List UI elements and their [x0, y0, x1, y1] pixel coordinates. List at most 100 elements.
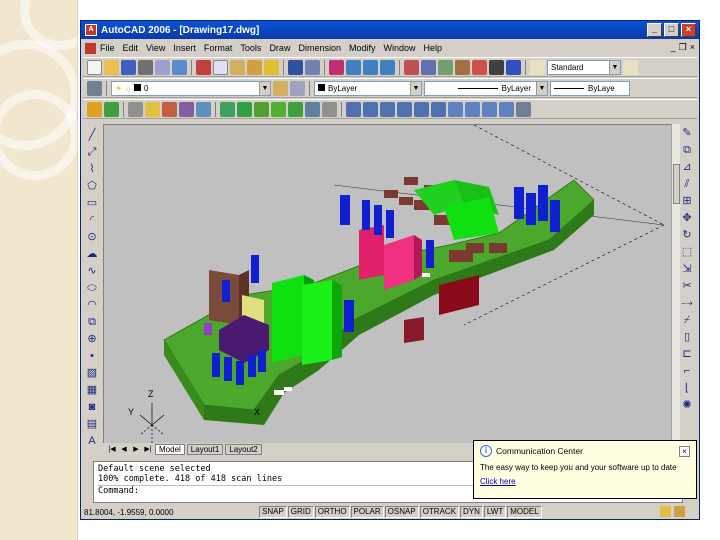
publish-icon[interactable]: [172, 59, 187, 75]
lineweight-select[interactable]: ByLaye: [550, 80, 630, 96]
osnap-toggle[interactable]: OSNAP: [384, 506, 419, 518]
lock-icon[interactable]: [674, 506, 685, 517]
landscape-library-icon[interactable]: [288, 101, 303, 117]
first-tab-icon[interactable]: |◀: [107, 445, 117, 453]
markup-icon[interactable]: [472, 59, 487, 75]
spline-icon[interactable]: ∿: [86, 264, 99, 279]
circle-icon[interactable]: ⊙: [86, 230, 99, 245]
ortho-toggle[interactable]: ORTHO: [314, 506, 350, 518]
balloon-link[interactable]: Click here: [480, 477, 690, 486]
view-right-icon[interactable]: [397, 101, 412, 117]
zoom-window-icon[interactable]: [363, 59, 378, 75]
otrack-toggle[interactable]: OTRACK: [419, 506, 460, 518]
linetype-select[interactable]: ByLayer ▼: [424, 80, 548, 96]
arc-icon[interactable]: ◜: [86, 213, 99, 228]
design-center-icon[interactable]: [421, 59, 436, 75]
render-preferences-icon[interactable]: [305, 101, 320, 117]
statistics-icon[interactable]: [322, 101, 337, 117]
doc-restore-icon[interactable]: ❐: [679, 42, 687, 53]
minimize-button[interactable]: _: [647, 23, 662, 37]
next-tab-icon[interactable]: ▶: [131, 445, 141, 453]
render-icon[interactable]: [104, 101, 119, 117]
vertical-scrollbar[interactable]: [671, 124, 680, 444]
layer-previous-icon[interactable]: [290, 80, 305, 96]
layer-select[interactable]: ☀ ☼ 0 ▼: [111, 80, 271, 96]
model-toggle[interactable]: MODEL: [507, 506, 542, 518]
point-icon[interactable]: •: [86, 349, 99, 364]
fillet-icon[interactable]: ⌊: [680, 381, 694, 395]
close-button[interactable]: ×: [681, 23, 696, 37]
menu-modify[interactable]: Modify: [349, 43, 376, 53]
insert-block-icon[interactable]: ⧉: [86, 315, 99, 330]
help-icon[interactable]: [506, 59, 521, 75]
text-style-select[interactable]: Standard ▼: [547, 59, 621, 75]
undo-icon[interactable]: [288, 59, 303, 75]
menu-window[interactable]: Window: [384, 43, 416, 53]
make-block-icon[interactable]: ⊕: [86, 332, 99, 347]
erase-icon[interactable]: ✎: [680, 126, 694, 140]
scenes-icon[interactable]: [128, 101, 143, 117]
doc-minimize-icon[interactable]: _: [671, 42, 676, 53]
zoom-previous-icon[interactable]: [380, 59, 395, 75]
view-se-iso-icon[interactable]: [465, 101, 480, 117]
materials-library-icon[interactable]: [179, 101, 194, 117]
break-icon[interactable]: ▯: [680, 330, 694, 344]
make-current-layer-icon[interactable]: [273, 80, 288, 96]
properties-icon[interactable]: [404, 59, 419, 75]
view-nw-iso-icon[interactable]: [499, 101, 514, 117]
document-icon[interactable]: [85, 42, 96, 54]
menu-edit[interactable]: Edit: [123, 43, 139, 53]
mapping-icon[interactable]: [196, 101, 211, 117]
line-icon[interactable]: ╱: [86, 128, 99, 143]
doc-close-icon[interactable]: ×: [690, 42, 695, 53]
lights-icon[interactable]: [145, 101, 160, 117]
sheet-set-icon[interactable]: [455, 59, 470, 75]
polygon-icon[interactable]: ⬠: [86, 179, 99, 194]
menu-dimension[interactable]: Dimension: [298, 43, 341, 53]
mirror-icon[interactable]: ⊿: [680, 160, 694, 174]
scrollbar-thumb[interactable]: [673, 164, 680, 204]
hide-icon[interactable]: [87, 101, 102, 117]
menu-draw[interactable]: Draw: [269, 43, 290, 53]
landscape-edit-icon[interactable]: [271, 101, 286, 117]
block-editor-icon[interactable]: [264, 59, 279, 75]
communication-center-icon[interactable]: [660, 506, 671, 517]
menu-help[interactable]: Help: [424, 43, 443, 53]
snap-toggle[interactable]: SNAP: [259, 506, 287, 518]
menu-format[interactable]: Format: [204, 43, 233, 53]
array-icon[interactable]: ⊞: [680, 194, 694, 208]
view-bottom-icon[interactable]: [363, 101, 378, 117]
tab-layout2[interactable]: Layout2: [225, 443, 262, 455]
view-back-icon[interactable]: [431, 101, 446, 117]
break-at-point-icon[interactable]: ⌿: [680, 313, 694, 327]
view-ne-iso-icon[interactable]: [482, 101, 497, 117]
move-icon[interactable]: ✥: [680, 211, 694, 225]
maximize-button[interactable]: □: [664, 23, 679, 37]
tool-palettes-icon[interactable]: [438, 59, 453, 75]
scale-icon[interactable]: ⬚: [680, 245, 694, 259]
color-select[interactable]: ByLayer ▼: [314, 80, 422, 96]
plot-preview-icon[interactable]: [155, 59, 170, 75]
open-icon[interactable]: [104, 59, 119, 75]
menu-tools[interactable]: Tools: [240, 43, 261, 53]
lwt-toggle[interactable]: LWT: [483, 506, 507, 518]
grid-toggle[interactable]: GRID: [287, 506, 314, 518]
construction-line-icon[interactable]: ⤢: [86, 145, 99, 160]
rotate-icon[interactable]: ↻: [680, 228, 694, 242]
fog-icon[interactable]: [237, 101, 252, 117]
rectangle-icon[interactable]: ▭: [86, 196, 99, 211]
stretch-icon[interactable]: ⇲: [680, 262, 694, 276]
materials-icon[interactable]: [162, 101, 177, 117]
copy-icon[interactable]: [213, 59, 228, 75]
tab-model[interactable]: Model: [155, 443, 185, 455]
plot-icon[interactable]: [138, 59, 153, 75]
landscape-new-icon[interactable]: [254, 101, 269, 117]
layer-manager-icon[interactable]: [87, 80, 102, 96]
region-icon[interactable]: ◙: [86, 400, 99, 415]
ellipse-icon[interactable]: ⬭: [86, 281, 99, 296]
revision-cloud-icon[interactable]: ☁: [86, 247, 99, 262]
join-icon[interactable]: ⊏: [680, 347, 694, 361]
new-icon[interactable]: [87, 59, 102, 75]
redo-icon[interactable]: [305, 59, 320, 75]
menu-insert[interactable]: Insert: [173, 43, 196, 53]
